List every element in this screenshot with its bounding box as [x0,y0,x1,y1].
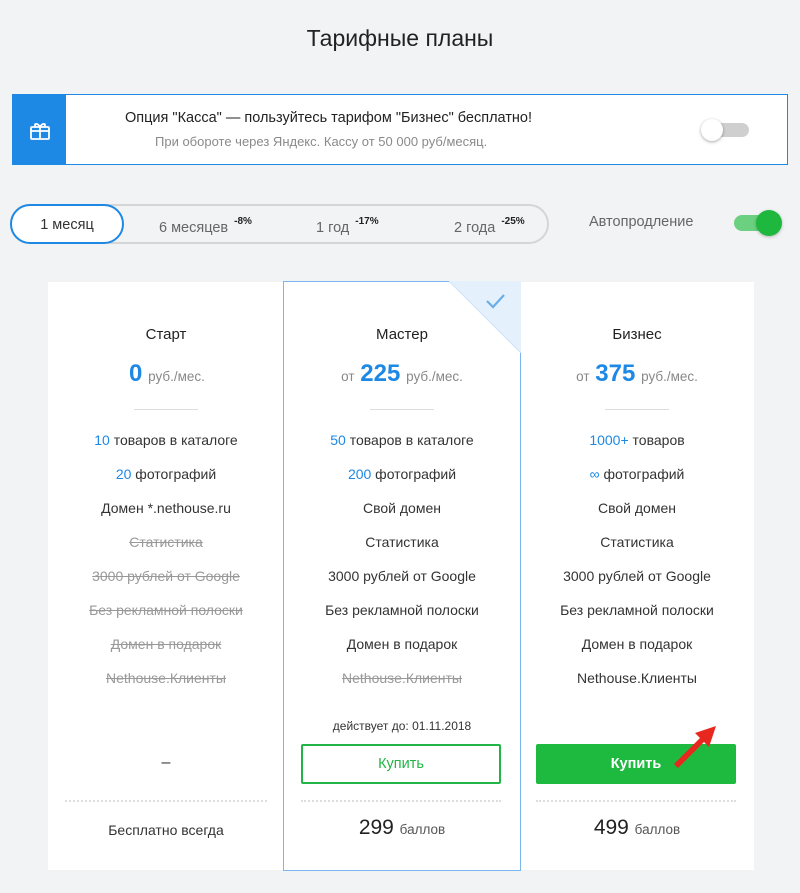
feature-item: 1000+ товаров [589,432,685,448]
feature-item: Статистика [129,534,203,550]
feature-item: 20 фотографий [115,466,217,482]
billing-period-selector: 1 месяц 6 месяцев -8% 1 год -17% 2 года -25… [10,204,549,244]
feature-list: 1000+ товаров ∞ фотографий Свой домен Стати… [520,432,754,704]
feature-item: Домен в подарок [346,636,458,652]
points-value: 299 баллов [358,816,446,839]
plan-price: от 225 руб./мес. [341,360,463,387]
feature-item: Статистика [600,534,674,550]
feature-item: Без рекламной полоски [325,602,479,618]
feature-item: Nethouse.Клиенты [106,670,226,686]
feature-item: 10 товаров в каталоге [94,432,238,448]
period-2-years[interactable]: 2 года -25% [454,206,525,242]
feature-list: 10 товаров в каталоге 20 фотографий Домен … [48,432,284,704]
feature-item: 3000 рублей от Google [563,568,711,584]
feature-item: Статистика [365,534,439,550]
plan-name: Бизнес [612,326,662,343]
feature-item: Свой домен [363,500,441,516]
kassa-toggle[interactable] [701,119,749,141]
feature-item: ∞ фотографий [589,466,685,482]
autorenew-label: Автопродление [589,214,694,230]
points-value: 499 баллов [593,816,681,839]
feature-item: 50 товаров в каталоге [330,432,474,448]
feature-item: Домен *.nethouse.ru [101,500,231,516]
promo-title: Опция "Касса" — пользуйтесь тарифом "Биз… [125,110,533,126]
feature-item: Nethouse.Клиенты [577,670,697,686]
feature-item: 3000 рублей от Google [328,568,476,584]
gift-icon [13,95,66,164]
plan-name: Старт [145,326,187,343]
red-arrow-icon [674,726,716,768]
feature-item: 200 фотографий [347,466,457,482]
page-title: Тарифные планы [306,25,494,51]
period-1-month[interactable]: 1 месяц [10,204,124,244]
free-forever-label: Бесплатно всегда [108,822,224,838]
buy-master-button[interactable]: Купить [301,744,501,784]
plan-name: Мастер [376,326,428,343]
feature-item: 3000 рублей от Google [92,568,240,584]
plan-card-business: Бизнес от 375 руб./мес. 1000+ товаров ∞ ф… [520,282,754,870]
plan-price: 0 руб./мес. [129,360,205,387]
autorenew-toggle[interactable] [732,210,782,236]
kassa-promo-banner: Опция "Касса" — пользуйтесь тарифом "Биз… [12,94,788,165]
feature-item: Без рекламной полоски [89,602,243,618]
feature-list: 50 товаров в каталоге 200 фотографий Свой … [284,432,520,704]
feature-item: Без рекламной полоски [560,602,714,618]
feature-item: Nethouse.Клиенты [342,670,462,686]
feature-item: Свой домен [598,500,676,516]
feature-item: Домен в подарок [581,636,693,652]
period-1-year[interactable]: 1 год -17% [316,206,379,242]
plan-card-start: Старт 0 руб./мес. 10 товаров в каталоге 2… [48,282,284,870]
promo-subtitle: При обороте через Яндекс. Кассу от 50 00… [155,134,488,149]
plan-price: от 375 руб./мес. [576,360,698,387]
no-action: – [161,754,171,771]
valid-until: действует до: 01.11.2018 [332,719,472,733]
plan-card-master[interactable]: Мастер от 225 руб./мес. 50 товаров в кат… [283,281,521,871]
period-6-months[interactable]: 6 месяцев -8% [159,206,252,242]
feature-item: Домен в подарок [110,636,222,652]
